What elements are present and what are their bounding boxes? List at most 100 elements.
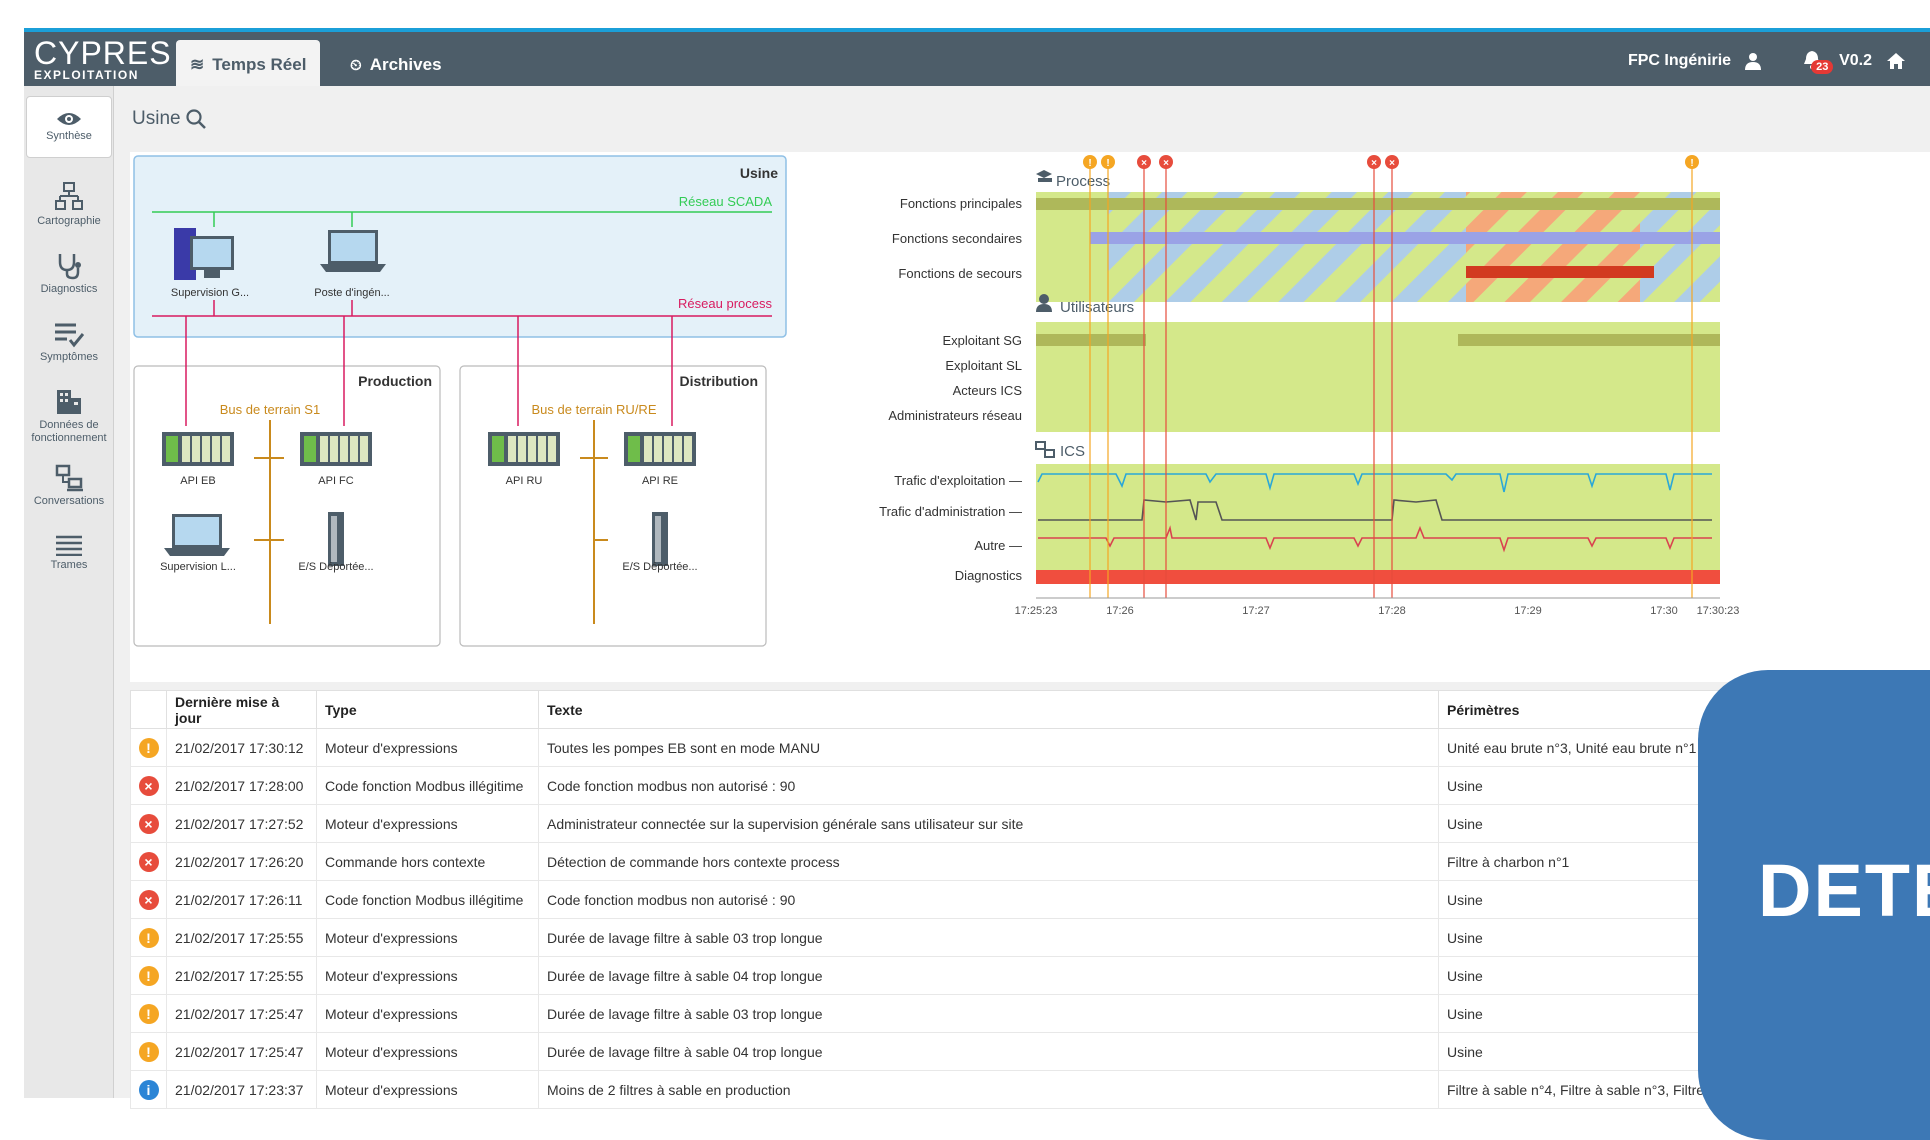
sidebar-item-cartographie[interactable]: Cartographie <box>24 182 114 232</box>
sidebar-item-trames[interactable]: Trames <box>24 534 114 584</box>
severity-cell: × <box>130 842 167 881</box>
row-label-admin-reseau: Administrateurs réseau <box>888 408 1022 423</box>
text-cell: Toutes les pompes EB sont en mode MANU <box>538 728 1439 767</box>
top-navigation-bar: CYPRES EXPLOITATION ≋ Temps Réel ⏲ Archi… <box>24 28 1930 90</box>
section-title-ics: ICS <box>1060 443 1085 460</box>
bar-fonctions-secours <box>1466 266 1654 278</box>
text-cell: Durée de lavage filtre à sable 03 trop l… <box>538 918 1439 957</box>
bar-diagnostics <box>1036 570 1720 584</box>
svg-text:×: × <box>1163 158 1169 169</box>
remote-io-device[interactable] <box>652 512 668 566</box>
tick-label: 17:26 <box>1106 605 1134 617</box>
laptop-icon[interactable] <box>164 514 230 556</box>
sidebar-item-label: Cartographie <box>37 215 101 227</box>
info-icon: i <box>138 1079 159 1100</box>
api-fc-device[interactable] <box>300 432 372 466</box>
severity-cell: × <box>130 804 167 843</box>
notification-count: 23 <box>1811 60 1834 74</box>
tick-label: 17:30:23 <box>1697 605 1740 617</box>
table-row[interactable]: i 21/02/2017 17:23:37 Moteur d'expressions… <box>130 1070 1930 1109</box>
text-cell: Durée de lavage filtre à sable 03 trop l… <box>538 994 1439 1033</box>
bar-fonctions-principales <box>1036 198 1720 210</box>
severity-cell: ! <box>130 728 167 767</box>
breadcrumb[interactable]: Usine <box>132 108 207 130</box>
events-table: Dernière mise à jour Type Texte Périmètr… <box>130 690 1930 1109</box>
ics-section-icon <box>1035 441 1055 458</box>
api-re-device[interactable] <box>624 432 696 466</box>
warning-icon: ! <box>138 927 159 948</box>
api-fc-label: API FC <box>318 475 354 487</box>
col-header-text[interactable]: Texte <box>538 690 1439 729</box>
api-re-label: API RE <box>642 475 678 487</box>
sidebar: Synthèse Cartographie Diagnostics Symptô… <box>24 86 114 1098</box>
table-row[interactable]: ! 21/02/2017 17:30:12 Moteur d'expressions… <box>130 728 1930 767</box>
usine-zone-title: Usine <box>740 165 778 181</box>
bar-exploitant-sg-2 <box>1458 334 1720 346</box>
search-icon[interactable] <box>185 108 207 130</box>
row-label-trafic-administration: Trafic d'administration — <box>879 504 1022 519</box>
table-row[interactable]: ! 21/02/2017 17:25:47 Moteur d'expressions… <box>130 1032 1930 1071</box>
sidebar-item-symptomes[interactable]: Symptômes <box>24 322 114 372</box>
api-ru-device[interactable] <box>488 432 560 466</box>
eye-icon <box>57 113 81 125</box>
network-map-panel: Usine Réseau SCADA Réseau process Superv… <box>130 152 810 682</box>
sidebar-item-donnees[interactable]: Données de fonctionnement <box>24 388 114 450</box>
user-icon[interactable] <box>1745 52 1762 70</box>
sidebar-item-synthese[interactable]: Synthèse <box>26 96 112 158</box>
severity-cell: × <box>130 880 167 919</box>
svg-text:×: × <box>1371 158 1377 169</box>
col-header-date[interactable]: Dernière mise à jour <box>166 690 317 729</box>
network-icon <box>55 182 83 210</box>
type-cell: Moteur d'expressions <box>316 956 539 995</box>
list-check-icon <box>55 323 84 348</box>
sidebar-item-conversations[interactable]: Conversations <box>24 464 114 518</box>
scada-network-label: Réseau SCADA <box>679 194 773 209</box>
date-cell: 21/02/2017 17:30:12 <box>166 728 317 767</box>
api-eb-device[interactable] <box>162 432 234 466</box>
col-header-severity[interactable] <box>130 690 167 729</box>
sidebar-item-label: Trames <box>50 559 88 571</box>
sidebar-item-diagnostics[interactable]: Diagnostics <box>24 252 114 302</box>
laptop-icon[interactable] <box>320 230 386 272</box>
text-cell: Code fonction modbus non autorisé : 90 <box>538 880 1439 919</box>
api-eb-label: API EB <box>180 475 215 487</box>
user-area: FPC Ingénirie 23 V0.2 <box>1628 32 1906 90</box>
app-logo[interactable]: CYPRES EXPLOITATION <box>34 36 172 82</box>
row-label-autre: Autre — <box>974 538 1022 553</box>
api-ru-label: API RU <box>506 475 543 487</box>
type-cell: Moteur d'expressions <box>316 728 539 767</box>
section-title-process: Process <box>1056 173 1110 190</box>
notification-bell[interactable]: 23 <box>1803 50 1834 74</box>
remote-io-device[interactable] <box>328 512 344 566</box>
date-cell: 21/02/2017 17:28:00 <box>166 766 317 805</box>
table-row[interactable]: × 21/02/2017 17:26:20 Commande hors contex… <box>130 842 1930 881</box>
tab-temps-reel[interactable]: ≋ Temps Réel <box>176 40 321 90</box>
supervision-g-label: Supervision G... <box>171 287 249 299</box>
row-label-exploitant-sg: Exploitant SG <box>943 333 1023 348</box>
warning-icon: ! <box>138 1041 159 1062</box>
table-row[interactable]: ! 21/02/2017 17:25:47 Moteur d'expressions… <box>130 994 1930 1033</box>
tab-archives[interactable]: ⏲ Archives <box>336 40 456 90</box>
col-header-type[interactable]: Type <box>316 690 539 729</box>
table-row[interactable]: × 21/02/2017 17:28:00 Code fonction Modbus… <box>130 766 1930 805</box>
table-row[interactable]: ! 21/02/2017 17:25:55 Moteur d'expressions… <box>130 956 1930 995</box>
table-row[interactable]: ! 21/02/2017 17:25:55 Moteur d'expressions… <box>130 918 1930 957</box>
tick-label: 17:29 <box>1514 605 1542 617</box>
waves-icon: ≋ <box>190 55 205 74</box>
severity-cell: ! <box>130 918 167 957</box>
text-cell: Durée de lavage filtre à sable 04 trop l… <box>538 1032 1439 1071</box>
sidebar-item-label: Symptômes <box>39 351 99 363</box>
tick-label: 17:30 <box>1650 605 1678 617</box>
sidebar-item-label: Données de fonctionnement <box>31 419 107 444</box>
user-name[interactable]: FPC Ingénirie <box>1628 52 1731 70</box>
table-row[interactable]: × 21/02/2017 17:26:11 Code fonction Modbus… <box>130 880 1930 919</box>
text-cell: Code fonction modbus non autorisé : 90 <box>538 766 1439 805</box>
severity-cell: ! <box>130 994 167 1033</box>
table-row[interactable]: × 21/02/2017 17:27:52 Moteur d'expressions… <box>130 804 1930 843</box>
svg-text:×: × <box>1389 158 1395 169</box>
home-icon[interactable] <box>1886 52 1906 70</box>
main-content: Usine Usine Réseau SCADA Réseau process … <box>114 86 1930 1109</box>
row-label-diagnostics: Diagnostics <box>955 568 1023 583</box>
warning-icon: ! <box>138 737 159 758</box>
date-cell: 21/02/2017 17:25:55 <box>166 918 317 957</box>
